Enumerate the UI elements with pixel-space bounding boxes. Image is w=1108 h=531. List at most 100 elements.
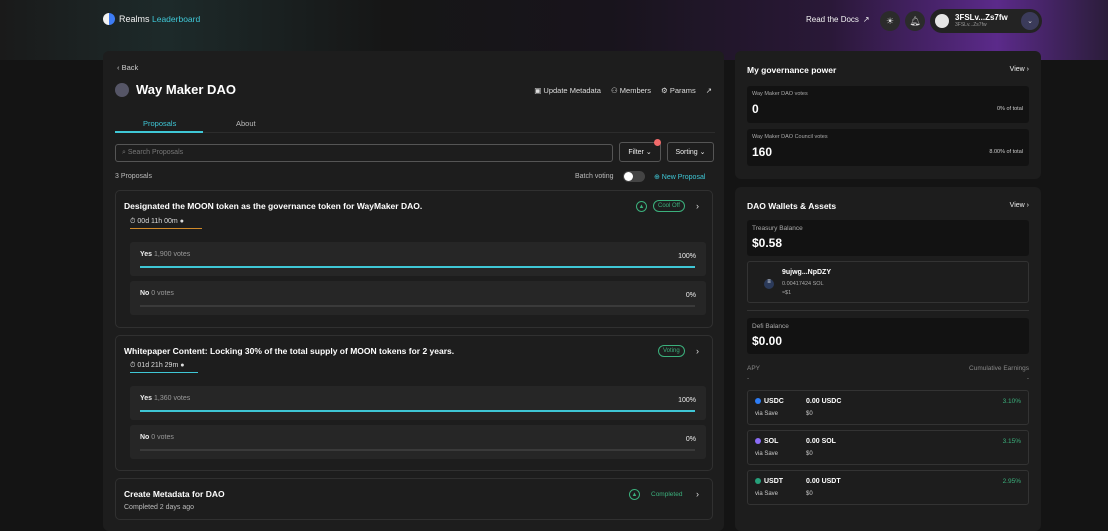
countdown-timer: ⏱ 01d 21h 29m ● xyxy=(130,362,184,370)
leaderboard-link[interactable]: Leaderboard xyxy=(152,14,200,24)
wallets-panel: DAO Wallets & Assets View › Treasury Bal… xyxy=(735,187,1041,531)
members-button[interactable]: ⚇ Members xyxy=(611,86,651,95)
yes-vote-result: Yes 1,900 votes 100% xyxy=(130,242,706,276)
wallet-name: 9ujwg...NpDZY xyxy=(782,269,831,276)
asset-apy: 2.95% xyxy=(1002,478,1021,485)
treasury-value: $0.58 xyxy=(752,236,783,250)
council-votes-label: Way Maker DAO Council votes xyxy=(752,134,828,140)
vote-bar-fill xyxy=(140,410,695,412)
proposal-card[interactable]: Create Metadata for DAO Completed 2 days… xyxy=(115,478,713,520)
vote-bar xyxy=(140,449,695,451)
user-name: 3FSLv...Zs7fw xyxy=(955,13,1008,22)
read-docs-link[interactable]: Read the Docs ↗ xyxy=(806,15,870,24)
proposal-title: Whitepaper Content: Locking 30% of the t… xyxy=(124,346,455,356)
vote-label: No 0 votes xyxy=(140,290,174,297)
vote-percent: 0% xyxy=(685,292,696,299)
theme-toggle-button[interactable]: ☀ xyxy=(880,11,900,31)
batch-voting-toggle[interactable] xyxy=(623,171,645,182)
tab-about[interactable]: About xyxy=(236,119,256,128)
vote-percent: 0% xyxy=(685,436,696,443)
status-badge: Voting xyxy=(658,345,685,357)
info-icon: ● xyxy=(180,362,185,369)
council-votes-box: Way Maker DAO Council votes 160 8.00% of… xyxy=(747,129,1029,166)
avatar xyxy=(935,14,949,28)
page-title: Way Maker DAO xyxy=(136,82,236,97)
vote-percent: 100% xyxy=(678,397,696,404)
external-link-icon: ↗ xyxy=(862,15,870,24)
chevron-right-icon[interactable]: › xyxy=(696,201,699,211)
search-input[interactable]: ⌕ Search Proposals xyxy=(115,144,613,162)
defi-box: Defi Balance $0.00 xyxy=(747,318,1029,354)
chevron-right-icon[interactable]: › xyxy=(696,489,699,499)
thumbs-up-icon: ▲ xyxy=(629,489,640,500)
wallets-title: DAO Wallets & Assets xyxy=(747,201,837,211)
vote-bar xyxy=(140,305,695,307)
vote-percent: 100% xyxy=(678,253,696,260)
main-panel: ‹ Back Way Maker DAO ▣ Update Metadata ⚇… xyxy=(103,51,724,531)
cumulative-value: - xyxy=(1026,375,1029,382)
vote-count: 0 votes xyxy=(151,434,174,441)
yes-vote-result: Yes 1,360 votes 100% xyxy=(130,386,706,420)
sol-icon xyxy=(755,438,761,445)
proposal-card[interactable]: Whitepaper Content: Locking 30% of the t… xyxy=(115,335,713,471)
vote-bar xyxy=(140,410,695,412)
vote-option: Yes xyxy=(140,395,153,402)
read-docs-label: Read the Docs xyxy=(806,15,859,24)
proposal-title: Designated the MOON token as the governa… xyxy=(124,201,423,211)
tab-proposals[interactable]: Proposals xyxy=(143,119,176,128)
wallet-card[interactable]: 9ujwg...NpDZY ≡ 0.00417424 SOL ≈$1 xyxy=(747,261,1029,303)
realms-logo[interactable]: Realms xyxy=(103,13,150,25)
vote-count: 0 votes xyxy=(151,290,174,297)
defi-label: Defi Balance xyxy=(752,323,789,330)
sun-icon: ☀ xyxy=(885,15,895,26)
notifications-button[interactable]: 🔔︎ xyxy=(905,11,925,31)
wallet-button[interactable]: 3FSLv...Zs7fw 3FSLv...Zs7fw ⌄ xyxy=(930,9,1042,33)
asset-via: via Save xyxy=(755,411,779,417)
vote-option: Yes xyxy=(140,251,153,258)
council-votes-value: 160 xyxy=(752,145,773,159)
back-link[interactable]: ‹ Back xyxy=(117,63,138,72)
update-metadata-button[interactable]: ▣ Update Metadata xyxy=(534,86,601,95)
asset-row-sol[interactable]: SOL via Save 0.00 SOL $0 3.15% xyxy=(747,430,1029,465)
filter-active-badge xyxy=(654,139,661,146)
status-badge: Cool Off xyxy=(653,200,685,212)
users-icon: ⚇ xyxy=(610,86,620,95)
thumbs-up-icon: ▲ xyxy=(636,201,647,212)
asset-row-usdc[interactable]: USDC via Save 0.00 USDC $0 3.10% xyxy=(747,390,1029,425)
external-link-icon[interactable]: ↗ xyxy=(706,86,712,95)
countdown-timer: ⏱ 00d 11h 00m ● xyxy=(130,218,184,226)
asset-via: via Save xyxy=(755,451,779,457)
app-name: Realms xyxy=(119,14,150,24)
vote-option: No xyxy=(140,290,150,297)
gear-icon: ⚙ xyxy=(661,86,670,95)
no-vote-result: No 0 votes 0% xyxy=(130,281,706,315)
update-metadata-label: Update Metadata xyxy=(543,86,601,95)
countdown-value: 00d 11h 00m xyxy=(137,218,178,225)
asset-symbol: USDC xyxy=(755,398,784,405)
chevron-down-icon[interactable]: ⌄ xyxy=(1021,12,1039,30)
asset-symbol: USDT xyxy=(755,478,783,485)
wallets-view-link[interactable]: View › xyxy=(1010,202,1029,209)
asset-row-usdt[interactable]: USDT via Save 0.00 USDT $0 2.95% xyxy=(747,470,1029,505)
usdt-icon xyxy=(755,478,761,485)
asset-amount: 0.00 USDC xyxy=(806,398,842,405)
governance-title: My governance power xyxy=(747,65,837,75)
info-icon: ● xyxy=(179,218,184,225)
asset-via: via Save xyxy=(755,491,779,497)
status-badge: Completed xyxy=(651,491,683,498)
proposal-title: Create Metadata for DAO xyxy=(124,489,225,499)
governance-panel: My governance power View › Way Maker DAO… xyxy=(735,51,1041,179)
proposal-card[interactable]: Designated the MOON token as the governa… xyxy=(115,190,713,328)
chevron-right-icon[interactable]: › xyxy=(696,346,699,356)
params-label: Params xyxy=(669,86,696,95)
asset-amount: 0.00 USDT xyxy=(806,478,841,485)
vote-bar xyxy=(140,266,695,268)
cumulative-label: Cumulative Earnings xyxy=(969,365,1029,372)
params-button[interactable]: ⚙ Params xyxy=(661,86,696,95)
governance-view-link[interactable]: View › xyxy=(1010,66,1029,73)
sorting-button[interactable]: Sorting ⌄ xyxy=(667,142,714,162)
realms-logo-icon xyxy=(103,13,115,25)
timer-progress xyxy=(130,372,198,373)
dao-actions: ▣ Update Metadata ⚇ Members ⚙ Params ↗ xyxy=(534,86,712,95)
new-proposal-button[interactable]: ⊕ New Proposal xyxy=(654,173,705,181)
